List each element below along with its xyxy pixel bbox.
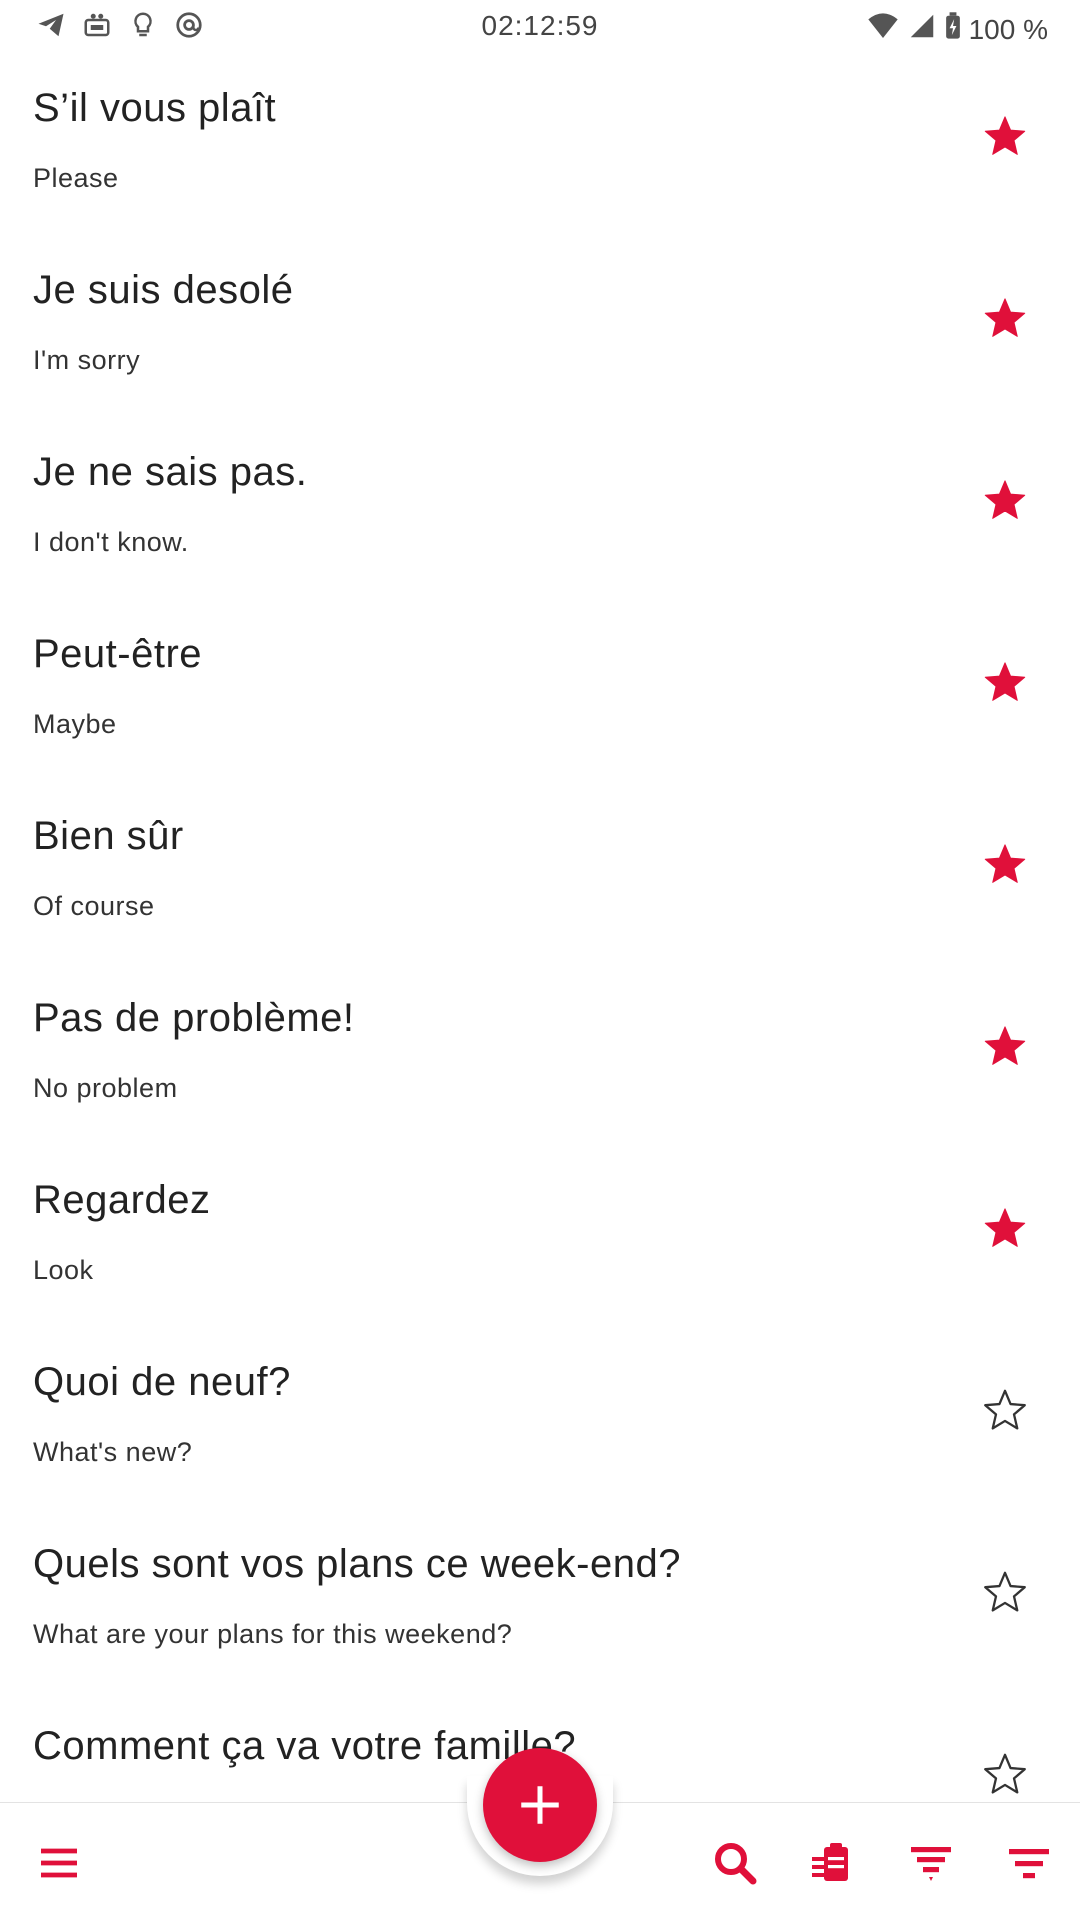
search-button[interactable]: [710, 1838, 760, 1888]
list-item[interactable]: Je ne sais pas. I don't know.: [0, 422, 1080, 604]
phrase-title: Comment ça va votre famille?: [33, 1724, 577, 1768]
star-filled-icon[interactable]: [982, 477, 1028, 523]
phrase-translation: Look: [33, 1255, 94, 1285]
phrase-list: S’il vous plaît Please Je suis desolé I'm s…: [0, 58, 1080, 1878]
search-icon: [715, 1843, 757, 1885]
add-button[interactable]: [483, 1748, 597, 1862]
menu-icon: [41, 1848, 77, 1878]
menu-button[interactable]: [34, 1838, 84, 1888]
star-filled-icon[interactable]: [982, 841, 1028, 887]
star-outline-icon[interactable]: [982, 1569, 1028, 1615]
sort-icon: [1009, 1849, 1049, 1879]
star-filled-icon[interactable]: [982, 659, 1028, 705]
signal-icon: [907, 11, 937, 48]
phrase-title: S’il vous plaît: [33, 86, 277, 130]
filter-icon: [911, 1847, 951, 1881]
phrase-title: Bien sûr: [33, 814, 184, 858]
star-filled-icon[interactable]: [982, 1023, 1028, 1069]
star-filled-icon[interactable]: [982, 295, 1028, 341]
phrase-title: Peut-être: [33, 632, 203, 676]
phrase-translation: What are your plans for this weekend?: [33, 1619, 513, 1649]
star-filled-icon[interactable]: [982, 1205, 1028, 1251]
star-filled-icon[interactable]: [982, 113, 1028, 159]
phrase-title: Regardez: [33, 1178, 211, 1222]
phrase-translation: Of course: [33, 891, 155, 921]
phrase-translation: I don't know.: [33, 527, 189, 557]
filter-button[interactable]: [906, 1838, 956, 1888]
phrase-title: Quoi de neuf?: [33, 1360, 291, 1404]
phrase-translation: Please: [33, 163, 119, 193]
list-item[interactable]: Pas de problème! No problem: [0, 968, 1080, 1150]
list-item[interactable]: Je suis desolé I'm sorry: [0, 240, 1080, 422]
list-item[interactable]: Regardez Look: [0, 1150, 1080, 1332]
list-item[interactable]: Bien sûr Of course: [0, 786, 1080, 968]
phrase-translation: Maybe: [33, 709, 117, 739]
sort-button[interactable]: [1004, 1838, 1054, 1888]
list-item[interactable]: Quoi de neuf? What's new?: [0, 1332, 1080, 1514]
list-item[interactable]: Peut-être Maybe: [0, 604, 1080, 786]
wifi-icon: [867, 10, 899, 49]
status-bar: 02:12:59 100 %: [0, 0, 1080, 50]
phrase-title: Je ne sais pas.: [33, 450, 308, 494]
battery-icon: [945, 11, 961, 48]
phrase-translation: I'm sorry: [33, 345, 141, 375]
phrase-title: Pas de problème!: [33, 996, 355, 1040]
phrase-title: Je suis desolé: [33, 268, 294, 312]
list-item[interactable]: S’il vous plaît Please: [0, 58, 1080, 240]
clipboard-button[interactable]: [807, 1838, 857, 1888]
system-icons: 100 %: [867, 10, 1048, 49]
battery-level: 100 %: [968, 13, 1048, 45]
star-outline-icon[interactable]: [982, 1387, 1028, 1433]
list-item[interactable]: Quels sont vos plans ce week-end? What ar…: [0, 1514, 1080, 1696]
clipboard-icon: [812, 1843, 848, 1881]
phrase-translation: No problem: [33, 1073, 178, 1103]
star-outline-icon[interactable]: [982, 1751, 1028, 1797]
phrase-title: Quels sont vos plans ce week-end?: [33, 1542, 681, 1586]
add-icon: [521, 1786, 559, 1824]
phrase-translation: What's new?: [33, 1437, 193, 1467]
